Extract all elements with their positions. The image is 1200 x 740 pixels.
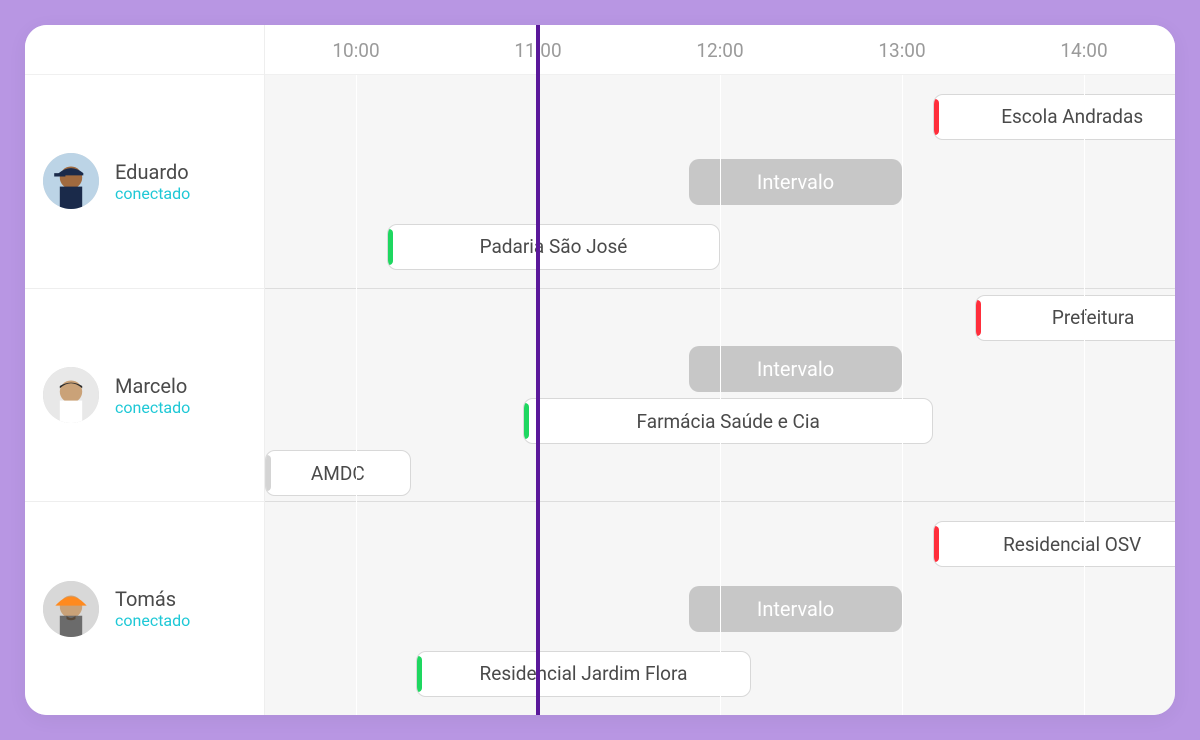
break-label: Intervalo bbox=[757, 357, 834, 381]
time-tick: 12:00 bbox=[696, 25, 743, 75]
technician-info: Marceloconectado bbox=[115, 374, 190, 417]
task-block[interactable]: Residencial OSV bbox=[933, 521, 1175, 567]
time-tick: 13:00 bbox=[878, 25, 925, 75]
technician-sidebar: EduardoconectadoMarceloconectadoTomáscon… bbox=[25, 25, 265, 715]
technician-info: Eduardoconectado bbox=[115, 160, 190, 203]
sidebar-header bbox=[25, 25, 264, 75]
task-block[interactable]: AMDC bbox=[265, 450, 411, 496]
task-label: Escola Andradas bbox=[1001, 105, 1143, 128]
schedule-panel: EduardoconectadoMarceloconectadoTomáscon… bbox=[25, 25, 1175, 715]
timeline[interactable]: 10:0011:0012:0013:0014:00 Padaria São Jo… bbox=[265, 25, 1175, 715]
technician-status: conectado bbox=[115, 611, 190, 630]
status-stripe bbox=[523, 403, 529, 439]
current-time-indicator bbox=[536, 25, 540, 715]
task-label: Padaria São José bbox=[480, 235, 628, 258]
task-label: Prefeitura bbox=[1052, 306, 1135, 329]
status-stripe bbox=[933, 526, 939, 562]
task-label: Residencial OSV bbox=[1003, 533, 1141, 556]
status-stripe bbox=[933, 99, 939, 135]
technician-name: Marcelo bbox=[115, 374, 190, 398]
time-header: 10:0011:0012:0013:0014:00 bbox=[265, 25, 1175, 75]
grid-line bbox=[720, 75, 721, 715]
task-block[interactable]: Residencial Jardim Flora bbox=[416, 651, 751, 697]
task-label: Residencial Jardim Flora bbox=[480, 662, 688, 685]
status-stripe bbox=[387, 229, 393, 265]
technician-info: Tomásconectado bbox=[115, 587, 190, 630]
technician-name: Eduardo bbox=[115, 160, 190, 184]
task-block[interactable]: Farmácia Saúde e Cia bbox=[523, 398, 933, 444]
time-tick: 10:00 bbox=[332, 25, 379, 75]
technician-name: Tomás bbox=[115, 587, 190, 611]
technician-row[interactable]: Tomásconectado bbox=[25, 502, 264, 715]
task-block[interactable]: Escola Andradas bbox=[933, 94, 1175, 140]
status-stripe bbox=[265, 455, 271, 491]
task-label: Farmácia Saúde e Cia bbox=[637, 410, 820, 433]
avatar bbox=[43, 153, 99, 209]
status-stripe bbox=[975, 300, 981, 336]
avatar bbox=[43, 581, 99, 637]
time-tick: 14:00 bbox=[1060, 25, 1107, 75]
break-label: Intervalo bbox=[757, 597, 834, 621]
task-block[interactable]: Prefeitura bbox=[975, 295, 1175, 341]
technician-row[interactable]: Marceloconectado bbox=[25, 289, 264, 503]
task-block[interactable]: Padaria São José bbox=[387, 224, 720, 270]
technician-row[interactable]: Eduardoconectado bbox=[25, 75, 264, 289]
technician-status: conectado bbox=[115, 398, 190, 417]
grid-line bbox=[356, 75, 357, 715]
technician-status: conectado bbox=[115, 184, 190, 203]
break-label: Intervalo bbox=[757, 170, 834, 194]
avatar bbox=[43, 367, 99, 423]
status-stripe bbox=[416, 656, 422, 692]
grid-line bbox=[1084, 75, 1085, 715]
grid-line bbox=[902, 75, 903, 715]
